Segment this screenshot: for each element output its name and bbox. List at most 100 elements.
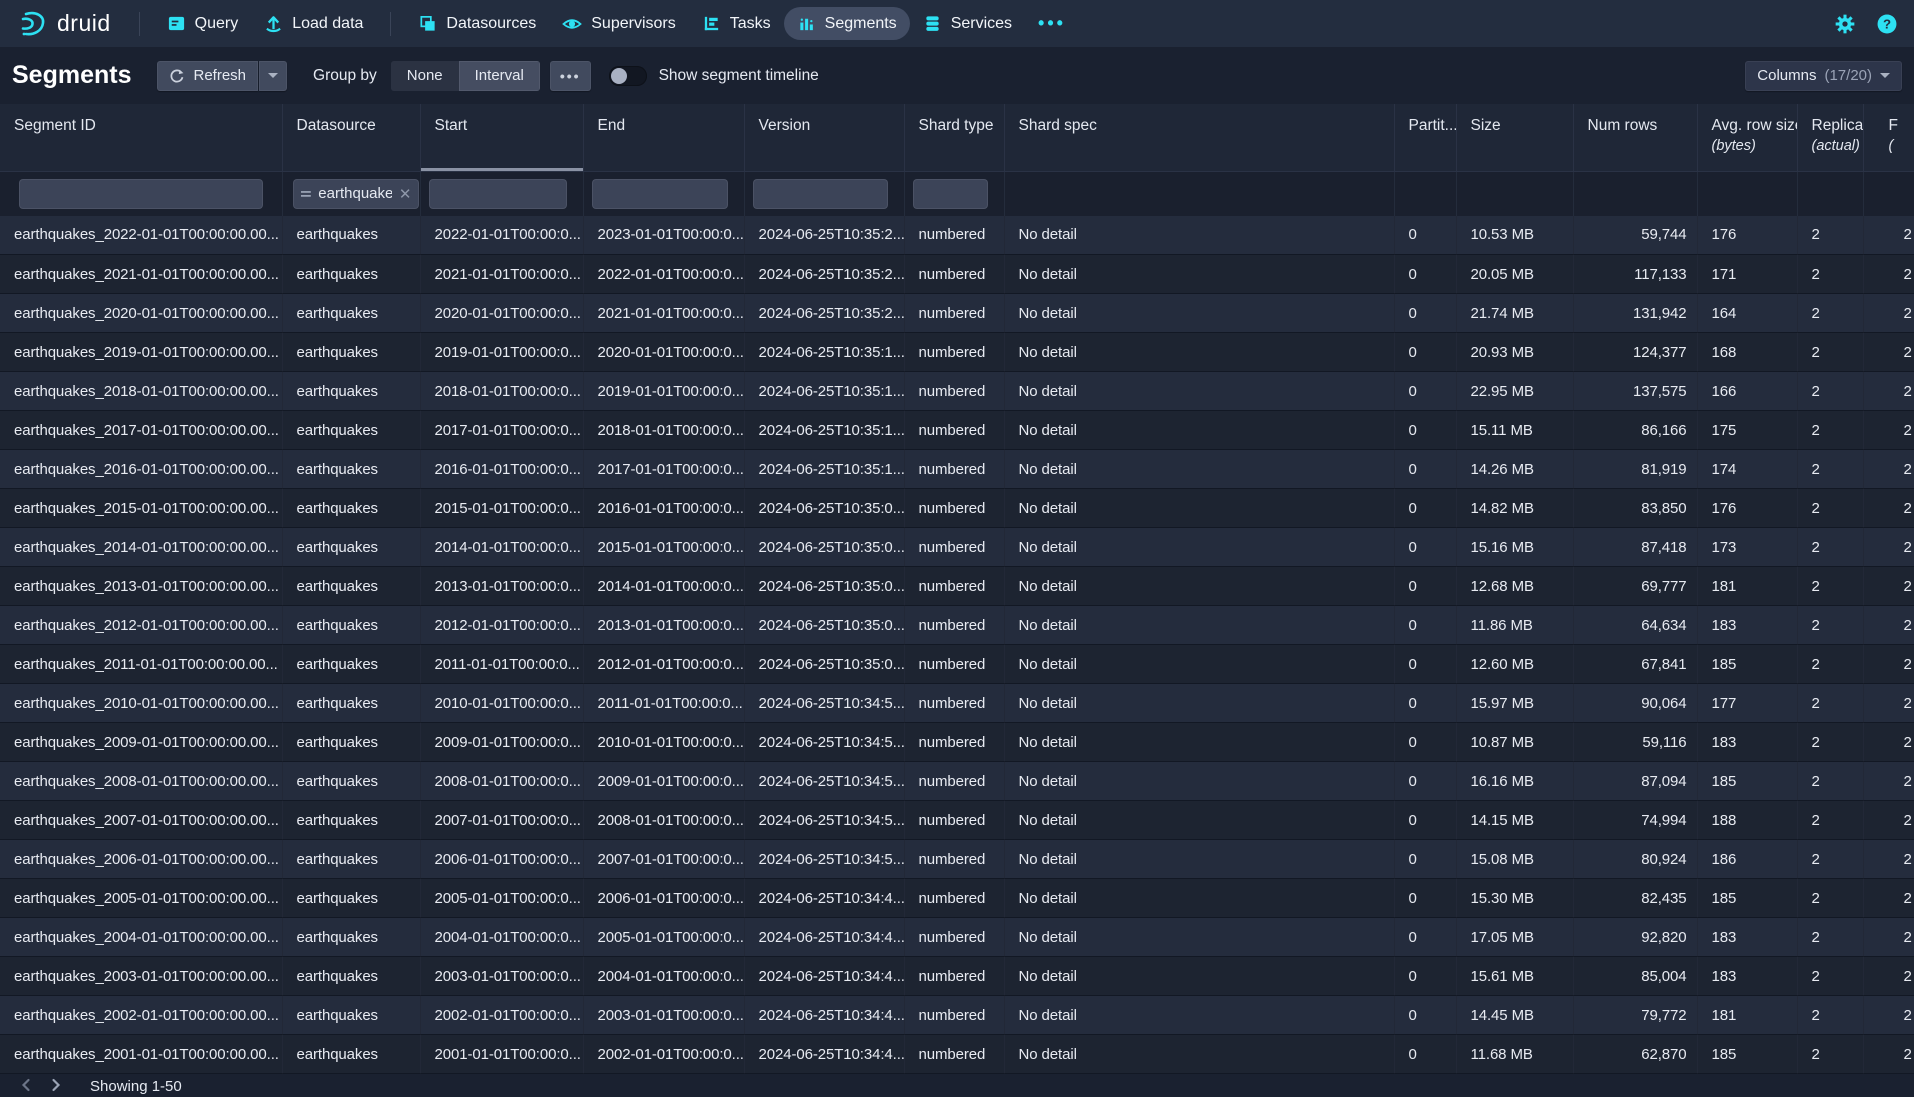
nav-item-tasks[interactable]: Tasks: [689, 7, 784, 40]
filter-input-start[interactable]: [429, 179, 567, 209]
prev-page-button[interactable]: [12, 1076, 41, 1097]
column-header-version[interactable]: Version: [744, 104, 904, 171]
nav-item-segments[interactable]: Segments: [784, 7, 910, 40]
druid-logo[interactable]: druid: [16, 8, 111, 40]
cell-replicas: 2: [1797, 918, 1863, 957]
cell-shard_type: numbered: [904, 762, 1004, 801]
refresh-button[interactable]: Refresh: [157, 61, 258, 91]
nav-item-supervisors[interactable]: Supervisors: [549, 7, 688, 41]
column-header-replicas[interactable]: Replicas(actual): [1797, 104, 1863, 171]
cell-partition: 0: [1394, 957, 1456, 996]
cell-replication_factor: 2: [1863, 528, 1914, 567]
column-header-size[interactable]: Size: [1456, 104, 1573, 171]
cell-shard_type: numbered: [904, 684, 1004, 723]
table-row[interactable]: earthquakes_2002-01-01T00:00:00.00...ear…: [0, 996, 1914, 1035]
cell-shard_spec: No detail: [1004, 645, 1394, 684]
cell-shard_spec: No detail: [1004, 801, 1394, 840]
column-header-num_rows[interactable]: Num rows: [1573, 104, 1697, 171]
filter-input-shard_type[interactable]: [913, 179, 988, 209]
column-header-replication_factor[interactable]: F(: [1863, 104, 1914, 171]
column-header-start[interactable]: Start: [420, 104, 583, 171]
cell-shard_spec: No detail: [1004, 489, 1394, 528]
column-header-end[interactable]: End: [583, 104, 744, 171]
column-header-partition[interactable]: Partit...: [1394, 104, 1456, 171]
table-row[interactable]: earthquakes_2014-01-01T00:00:00.00...ear…: [0, 528, 1914, 567]
cell-replicas: 2: [1797, 840, 1863, 879]
table-row[interactable]: earthquakes_2006-01-01T00:00:00.00...ear…: [0, 840, 1914, 879]
table-row[interactable]: earthquakes_2019-01-01T00:00:00.00...ear…: [0, 333, 1914, 372]
nav-item-load-data[interactable]: Load data: [251, 7, 376, 40]
table-row[interactable]: earthquakes_2007-01-01T00:00:00.00...ear…: [0, 801, 1914, 840]
table-row[interactable]: earthquakes_2008-01-01T00:00:00.00...ear…: [0, 762, 1914, 801]
cell-replicas: 2: [1797, 528, 1863, 567]
cell-end: 2011-01-01T00:00:0...: [583, 684, 744, 723]
table-row[interactable]: earthquakes_2009-01-01T00:00:00.00...ear…: [0, 723, 1914, 762]
datasource-filter-chip[interactable]: earthquake✕: [293, 179, 419, 209]
nav-more-button[interactable]: •••: [1025, 6, 1079, 41]
cell-shard_spec: No detail: [1004, 411, 1394, 450]
cell-size: 12.68 MB: [1456, 567, 1573, 606]
cell-version: 2024-06-25T10:34:4...: [744, 1035, 904, 1074]
table-row[interactable]: earthquakes_2010-01-01T00:00:00.00...ear…: [0, 684, 1914, 723]
cell-datasource: earthquakes: [282, 294, 420, 333]
nav-item-services[interactable]: Services: [910, 7, 1025, 40]
nav-item-label: Datasources: [446, 15, 536, 33]
table-row[interactable]: earthquakes_2013-01-01T00:00:00.00...ear…: [0, 567, 1914, 606]
table-row[interactable]: earthquakes_2016-01-01T00:00:00.00...ear…: [0, 450, 1914, 489]
toolbar-more-button[interactable]: •••: [550, 61, 591, 91]
query-icon: [167, 14, 186, 33]
table-row[interactable]: earthquakes_2004-01-01T00:00:00.00...ear…: [0, 918, 1914, 957]
cell-shard_spec: No detail: [1004, 216, 1394, 255]
columns-button[interactable]: Columns (17/20): [1745, 61, 1902, 91]
settings-gear-icon[interactable]: [1834, 13, 1856, 35]
cell-avg_row_size: 176: [1697, 216, 1797, 255]
table-row[interactable]: earthquakes_2022-01-01T00:00:00.00...ear…: [0, 216, 1914, 255]
filter-equals-icon: [300, 188, 312, 200]
table-row[interactable]: earthquakes_2012-01-01T00:00:00.00...ear…: [0, 606, 1914, 645]
table-row[interactable]: earthquakes_2003-01-01T00:00:00.00...ear…: [0, 957, 1914, 996]
cell-id: earthquakes_2012-01-01T00:00:00.00...: [0, 606, 282, 645]
cell-size: 15.08 MB: [1456, 840, 1573, 879]
table-row[interactable]: earthquakes_2015-01-01T00:00:00.00...ear…: [0, 489, 1914, 528]
cell-version: 2024-06-25T10:34:4...: [744, 918, 904, 957]
cell-num_rows: 81,919: [1573, 450, 1697, 489]
column-header-shard_spec[interactable]: Shard spec: [1004, 104, 1394, 171]
cell-start: 2002-01-01T00:00:0...: [420, 996, 583, 1035]
table-row[interactable]: earthquakes_2005-01-01T00:00:00.00...ear…: [0, 879, 1914, 918]
nav-item-query[interactable]: Query: [154, 7, 252, 40]
cell-id: earthquakes_2007-01-01T00:00:00.00...: [0, 801, 282, 840]
next-page-button[interactable]: [41, 1076, 70, 1097]
group-by-none-button[interactable]: None: [391, 61, 459, 91]
cell-shard_type: numbered: [904, 450, 1004, 489]
column-header-id[interactable]: Segment ID: [0, 104, 282, 171]
cell-shard_spec: No detail: [1004, 840, 1394, 879]
services-icon: [923, 14, 942, 33]
refresh-dropdown-button[interactable]: [259, 61, 287, 91]
table-row[interactable]: earthquakes_2020-01-01T00:00:00.00...ear…: [0, 294, 1914, 333]
cell-num_rows: 80,924: [1573, 840, 1697, 879]
cell-datasource: earthquakes: [282, 1035, 420, 1074]
column-header-datasource[interactable]: Datasource: [282, 104, 420, 171]
table-row[interactable]: earthquakes_2017-01-01T00:00:00.00...ear…: [0, 411, 1914, 450]
filter-input-id[interactable]: [19, 179, 263, 209]
nav-item-label: Segments: [825, 15, 897, 33]
filter-chip-remove-icon[interactable]: ✕: [399, 185, 412, 203]
column-header-avg_row_size[interactable]: Avg. row size(bytes): [1697, 104, 1797, 171]
nav-item-datasources[interactable]: Datasources: [405, 7, 549, 40]
cell-end: 2003-01-01T00:00:0...: [583, 996, 744, 1035]
group-by-interval-button[interactable]: Interval: [459, 61, 540, 91]
cell-datasource: earthquakes: [282, 255, 420, 294]
filter-input-end[interactable]: [592, 179, 728, 209]
cell-partition: 0: [1394, 333, 1456, 372]
table-row[interactable]: earthquakes_2011-01-01T00:00:00.00...ear…: [0, 645, 1914, 684]
filter-input-version[interactable]: [753, 179, 888, 209]
cell-avg_row_size: 164: [1697, 294, 1797, 333]
cell-avg_row_size: 183: [1697, 918, 1797, 957]
help-icon[interactable]: ?: [1876, 13, 1898, 35]
table-row[interactable]: earthquakes_2001-01-01T00:00:00.00...ear…: [0, 1035, 1914, 1074]
segment-timeline-toggle[interactable]: [609, 66, 647, 86]
column-header-shard_type[interactable]: Shard type: [904, 104, 1004, 171]
table-row[interactable]: earthquakes_2021-01-01T00:00:00.00...ear…: [0, 255, 1914, 294]
cell-replicas: 2: [1797, 645, 1863, 684]
table-row[interactable]: earthquakes_2018-01-01T00:00:00.00...ear…: [0, 372, 1914, 411]
